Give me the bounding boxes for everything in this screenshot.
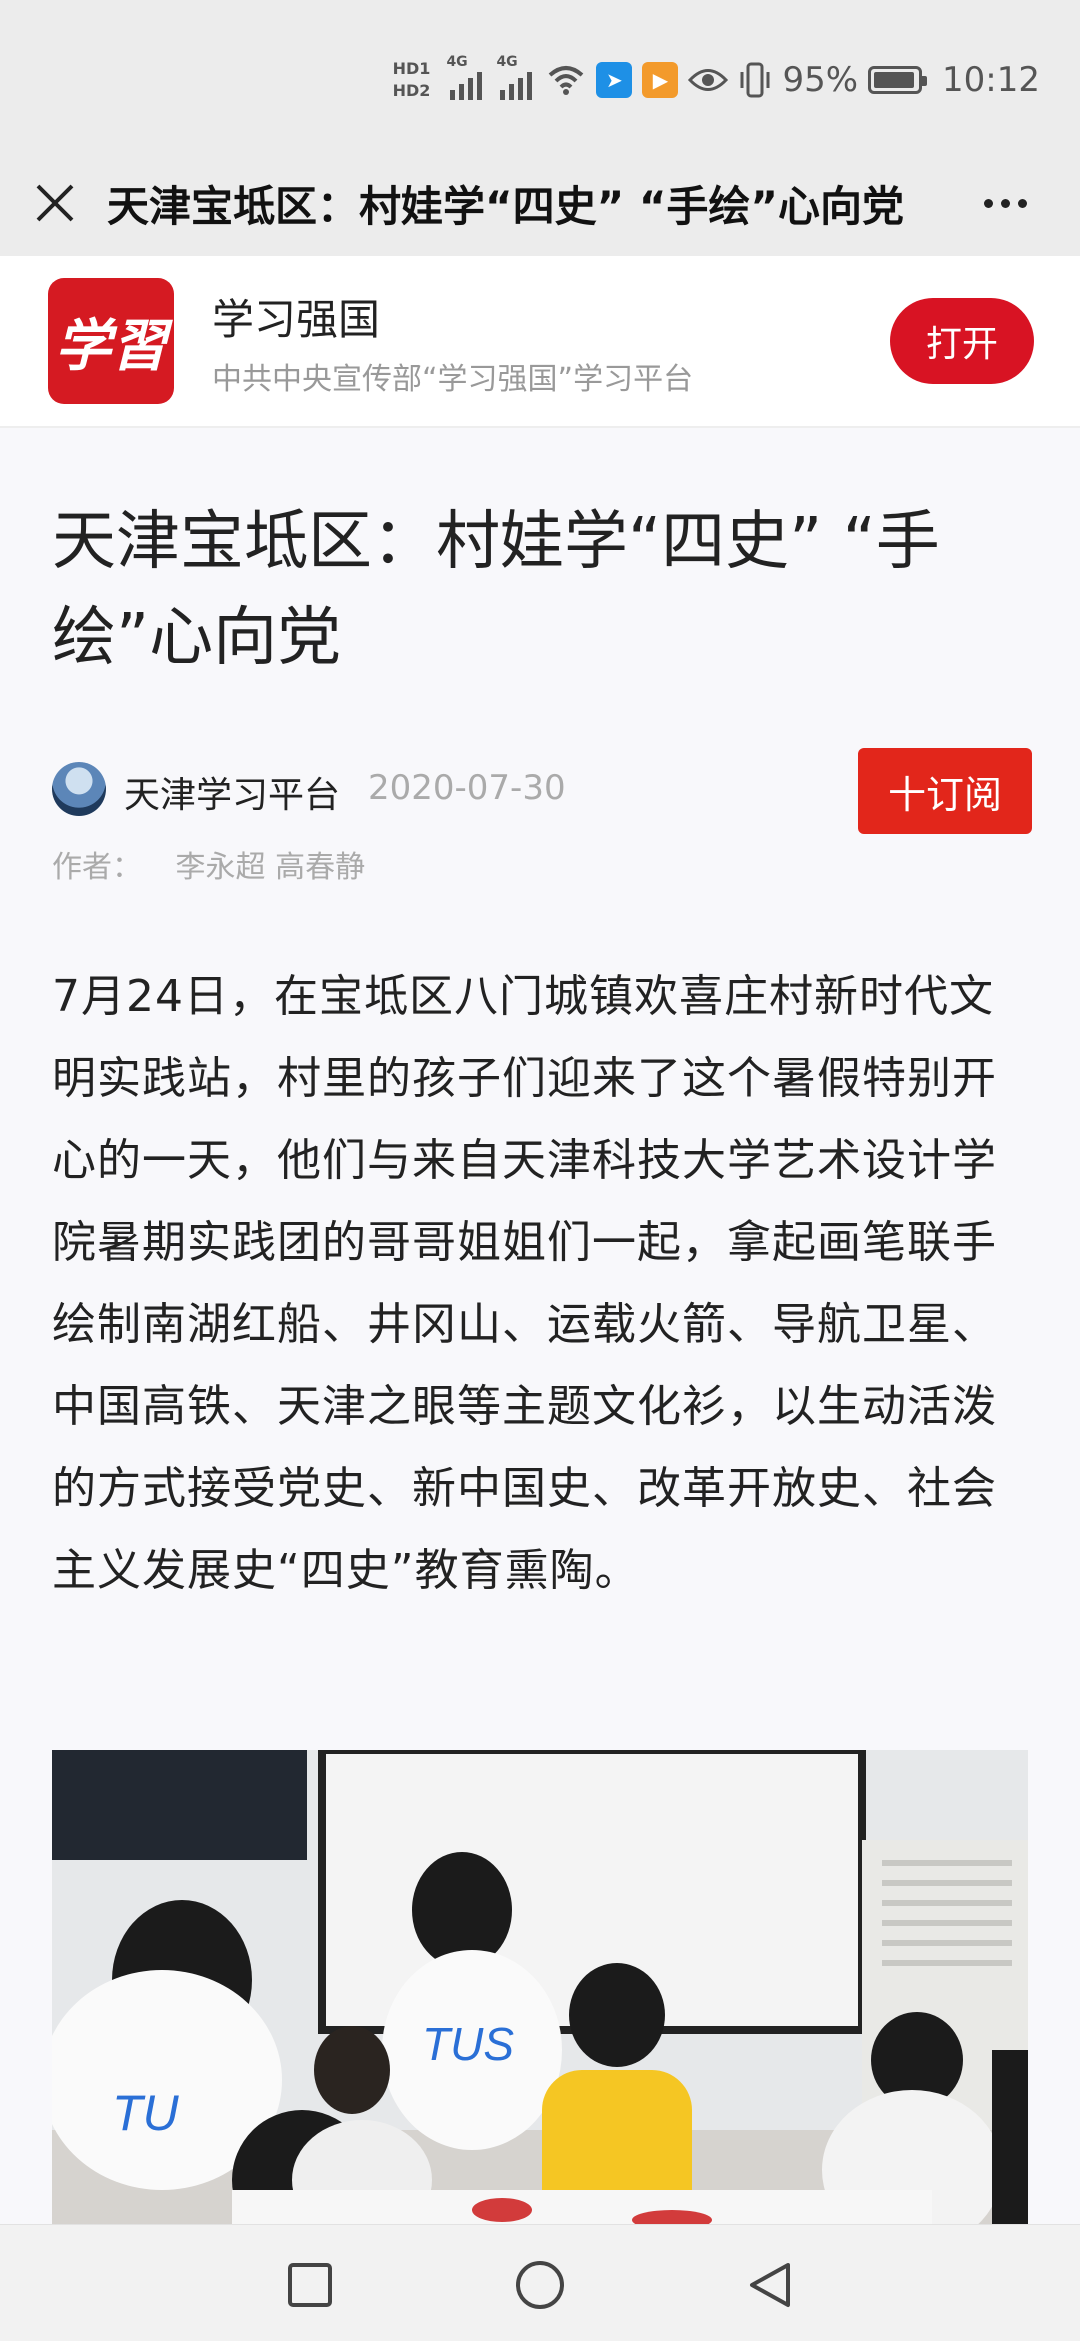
vibrate-icon xyxy=(740,62,770,98)
more-options-button[interactable] xyxy=(970,170,1040,236)
video-app-icon: ▶ xyxy=(642,62,679,98)
more-dot-icon xyxy=(1000,198,1010,208)
source-name[interactable]: 天津学习平台 xyxy=(124,766,340,818)
app-logo[interactable]: 学習 xyxy=(48,278,174,404)
battery-icon xyxy=(868,66,928,94)
svg-text:TU: TU xyxy=(112,2085,180,2141)
open-app-button[interactable]: 打开 xyxy=(890,298,1034,384)
eye-icon xyxy=(688,69,729,91)
close-button[interactable] xyxy=(15,163,95,243)
status-icons: HD1 HD2 4G 4G ➤ ▶ 95% 10:12 xyxy=(393,50,1040,110)
close-icon xyxy=(36,184,74,222)
page-title: 天津宝坻区：村娃学“四史” “手绘”心向党 xyxy=(107,181,905,231)
recent-apps-button[interactable] xyxy=(284,2259,336,2311)
article-photo[interactable]: TU TUS xyxy=(52,1750,1028,2230)
article-title: 天津宝坻区：村娃学“四史” “手绘”心向党 xyxy=(52,505,940,675)
more-dot-icon xyxy=(983,198,993,208)
wifi-icon xyxy=(549,66,584,95)
hd2-label: HD2 xyxy=(392,81,431,100)
network-type-label: 4G xyxy=(446,54,468,70)
app-notification-icon: ➤ xyxy=(596,62,633,98)
hd1-label: HD1 xyxy=(392,59,431,78)
source-row: 天津学习平台 2020-07-30 十订阅 xyxy=(52,748,1032,834)
system-navigation-bar xyxy=(0,2224,1080,2341)
app-description: 中共中央宣传部“学习强国”学习平台 xyxy=(212,362,694,397)
app-name: 学习强国 xyxy=(212,295,381,344)
home-button[interactable] xyxy=(514,2259,566,2311)
clock: 10:12 xyxy=(942,60,1040,100)
article-body: 7月24日，在宝坻区八门城镇欢喜庄村新时代文明实践站，村里的孩子们迎来了这个暑假… xyxy=(52,971,997,1596)
status-bar: HD1 HD2 4G 4G ➤ ▶ 95% 10:12 xyxy=(0,0,1080,150)
signal-icon: 4G xyxy=(496,54,533,100)
title-bar: 天津宝坻区：村娃学“四史” “手绘”心向党 xyxy=(0,150,1080,256)
back-button[interactable] xyxy=(744,2259,796,2311)
network-type-label: 4G xyxy=(496,54,518,70)
author-label: 作者： xyxy=(52,850,142,885)
battery-percent: 95% xyxy=(782,60,859,100)
signal-icon: 4G xyxy=(446,54,483,100)
author-line: 作者： 李永超 高春静 xyxy=(52,842,365,886)
photo-illustration: TU TUS xyxy=(52,1750,1028,2230)
hd-icon: HD1 HD2 xyxy=(393,58,431,102)
source-avatar[interactable] xyxy=(52,762,106,816)
more-dot-icon xyxy=(1017,198,1027,208)
app-download-banner: 学習 学习强国 中共中央宣传部“学习强国”学习平台 打开 xyxy=(0,256,1080,428)
subscribe-button[interactable]: 十订阅 xyxy=(858,748,1032,834)
app-logo-text: 学習 xyxy=(55,312,167,379)
svg-text:TUS: TUS xyxy=(422,2018,514,2070)
author-names: 李永超 高春静 xyxy=(175,850,366,885)
publish-date: 2020-07-30 xyxy=(368,768,566,808)
